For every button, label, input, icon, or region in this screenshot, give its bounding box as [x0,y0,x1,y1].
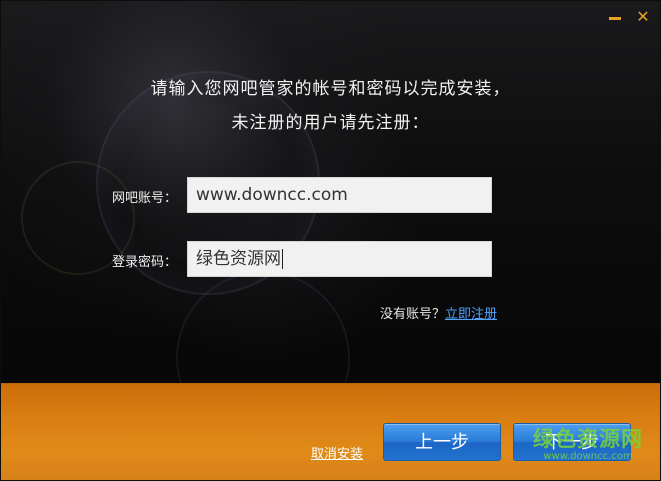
previous-step-button[interactable]: 上一步 [383,423,501,461]
instruction-text-line2: 未注册的用户请先注册： [231,113,430,133]
header-panel: ✕ 请输入您网吧管家的帐号和密码以完成安装， 未注册的用户请先注册： 网吧账号：… [1,1,660,445]
password-input-value: 绿色资源网 [196,249,281,269]
account-label: 网吧账号： [111,191,177,206]
close-icon: ✕ [636,7,650,26]
account-input-value: www.downcc.com [196,185,348,205]
installer-window: ✕ 请输入您网吧管家的帐号和密码以完成安装， 未注册的用户请先注册： 网吧账号：… [0,0,661,481]
instruction-text-line1: 请输入您网吧管家的帐号和密码以完成安装， [150,79,511,99]
account-input[interactable]: www.downcc.com [187,177,492,213]
register-prompt: 没有账号？立即注册 [331,303,497,322]
close-button[interactable]: ✕ [633,7,653,27]
no-account-text: 没有账号？ [379,307,445,322]
next-step-button[interactable]: 下一步 [513,423,631,461]
minimize-button[interactable] [605,7,625,27]
password-label: 登录密码： [111,255,177,270]
minimize-icon [609,17,621,20]
register-link[interactable]: 立即注册 [445,307,497,322]
text-caret [282,249,283,269]
password-input[interactable]: 绿色资源网 [187,241,492,277]
cancel-install-link[interactable]: 取消安装 [311,443,363,462]
